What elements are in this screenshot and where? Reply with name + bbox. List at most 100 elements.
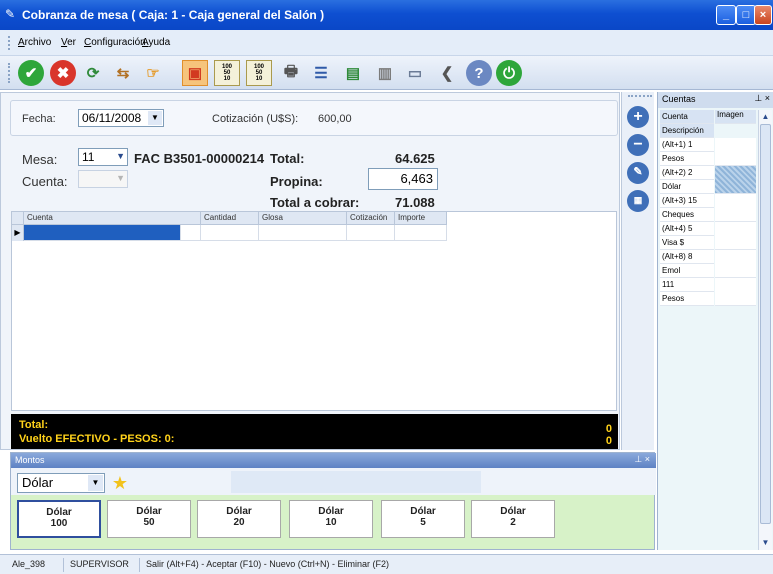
montos-panel: Montos ⊥ × Dólar ▼ ★ Dólar 100 Dólar 50 Dó… <box>10 452 656 550</box>
montos-header: Montos ⊥ × <box>11 453 656 468</box>
help-icon[interactable]: ? <box>466 60 492 86</box>
toolbar: ✔ ✖ ⟳ ⇆ ☞ ▣ 100 50 10 100 50 10 🖶 ☰ ▤ ▥ ▭ ❮ … <box>0 56 773 90</box>
grid-cell-dropdown[interactable] <box>181 225 201 241</box>
maximize-button[interactable]: □ <box>736 5 756 25</box>
menu-archivo[interactable]: Archivo <box>18 37 51 48</box>
col-cuenta[interactable]: Cuenta <box>24 212 201 225</box>
cuenta-desc: Dólar <box>660 180 714 194</box>
monto-button-10[interactable]: Dólar 10 <box>289 500 373 538</box>
print-icon[interactable]: 🖶 <box>278 60 304 86</box>
total-cobrar-label: Total a cobrar: <box>270 195 360 210</box>
currency-value: Dólar <box>22 475 54 490</box>
col-cantidad[interactable]: Cantidad <box>201 212 259 225</box>
col-importe[interactable]: Importe <box>395 212 447 225</box>
cuenta-image <box>715 194 756 222</box>
document-green-icon[interactable]: ▤ <box>340 60 366 86</box>
cuentas-header: Cuentas ⊥ × <box>658 92 773 108</box>
totals-total-label: Total: <box>19 419 49 431</box>
grid-cell-cotizacion[interactable] <box>347 225 395 241</box>
row-indicator-icon: ▶ <box>12 225 24 241</box>
menu-ayuda[interactable]: Ayuda <box>142 37 170 48</box>
chevron-down-icon[interactable]: ▼ <box>88 475 103 491</box>
window-titlebar: ✎ Cobranza de mesa ( Caja: 1 - Caja gene… <box>0 0 773 30</box>
cuenta-code: (Alt+8) 8 <box>660 250 714 264</box>
cuenta-code: (Alt+4) 5 <box>660 222 714 236</box>
close-button[interactable]: × <box>754 5 772 25</box>
remove-icon[interactable]: − <box>627 134 649 156</box>
totals-total-value: 0 <box>605 423 612 435</box>
factura-number: FAC B3501-00000214 <box>134 151 265 166</box>
edit-icon[interactable]: ✎ <box>627 162 649 184</box>
monto-button-2[interactable]: Dólar 2 <box>471 500 555 538</box>
chevron-up-icon[interactable]: ▲ <box>760 111 771 123</box>
pin-close-icon[interactable]: ⊥ × <box>754 93 770 104</box>
cuenta-code: 111 <box>660 278 714 292</box>
total-value: 64.625 <box>395 151 435 166</box>
list-icon[interactable]: ☰ <box>308 60 334 86</box>
cuentas-panel: Cuentas ⊥ × Cuenta Imagen Descripción (A… <box>657 92 773 550</box>
calculator-icon[interactable]: ▦ <box>627 190 649 212</box>
cuentas-title: Cuentas <box>662 94 696 104</box>
mesa-select[interactable]: 11 ▼ <box>78 148 128 166</box>
col-glosa[interactable]: Glosa <box>259 212 347 225</box>
fecha-input[interactable]: 06/11/2008 ▼ <box>78 109 164 127</box>
monto-button-5[interactable]: Dólar 5 <box>381 500 465 538</box>
vuelto-value: 0 <box>605 435 612 447</box>
bills-100-50-10-icon[interactable]: 100 50 10 <box>214 60 240 86</box>
grid-cell-cantidad[interactable] <box>201 225 259 241</box>
hand-pay-icon[interactable]: ☞ <box>140 60 166 86</box>
chevron-down-icon[interactable]: ▼ <box>148 111 162 125</box>
mesa-value: 11 <box>82 150 95 164</box>
cashbox-icon[interactable]: ▣ <box>182 60 208 86</box>
mesa-label: Mesa: <box>22 152 58 167</box>
monto-button-20[interactable]: Dólar 20 <box>197 500 281 538</box>
window-title: Cobranza de mesa ( Caja: 1 - Caja genera… <box>22 8 325 22</box>
fecha-value: 06/11/2008 <box>82 111 142 125</box>
refresh-icon[interactable]: ⟳ <box>80 60 106 86</box>
pin-close-icon[interactable]: ⊥ × <box>634 454 650 465</box>
grid-cell-importe[interactable] <box>395 225 447 241</box>
menu-ver[interactable]: Ver <box>61 37 76 48</box>
document-icon[interactable]: ▥ <box>372 60 398 86</box>
cuenta-label: Cuenta: <box>22 174 68 189</box>
col-descripcion-header[interactable]: Descripción <box>660 124 714 138</box>
col-cuenta-header[interactable]: Cuenta <box>660 110 714 124</box>
cuenta-code: (Alt+1) 1 <box>660 138 714 152</box>
side-actions-grip <box>628 95 652 98</box>
scroll-thumb[interactable] <box>760 124 771 524</box>
propina-input[interactable]: 6,463 <box>368 168 438 190</box>
minimize-button[interactable]: _ <box>716 5 736 25</box>
card-icon[interactable]: ▭ <box>402 60 428 86</box>
transfer-icon[interactable]: ⇆ <box>110 60 136 86</box>
cuentas-scrollbar[interactable]: ▲ ▼ <box>758 110 772 550</box>
montos-title: Montos <box>15 455 45 465</box>
col-cotizacion[interactable]: Cotización <box>347 212 395 225</box>
status-user: SUPERVISOR <box>66 558 140 572</box>
exit-icon[interactable]: ⏻ <box>496 60 522 86</box>
cuenta-desc: Pesos <box>660 292 714 306</box>
cancel-icon[interactable]: ✖ <box>50 60 76 86</box>
menu-configuracion[interactable]: Configuración <box>84 37 146 48</box>
vuelto-label: Vuelto EFECTIVO - PESOS: 0: <box>19 433 175 445</box>
accept-icon[interactable]: ✔ <box>18 60 44 86</box>
cuenta-image <box>715 250 756 278</box>
currency-select[interactable]: Dólar ▼ <box>17 473 105 493</box>
status-hints: Salir (Alt+F4) - Aceptar (F10) - Nuevo (… <box>146 559 390 569</box>
grid-cell-glosa[interactable] <box>259 225 347 241</box>
grid-cell-cuenta[interactable] <box>24 225 181 241</box>
back-icon[interactable]: ❮ <box>434 60 460 86</box>
total-cobrar-value: 71.088 <box>395 195 435 210</box>
star-icon[interactable]: ★ <box>109 472 131 494</box>
monto-button-50[interactable]: Dólar 50 <box>107 500 191 538</box>
coins-100-50-10-icon[interactable]: 100 50 10 <box>246 60 272 86</box>
toolbar-grip <box>8 63 11 83</box>
cuenta-code: (Alt+3) 15 <box>660 194 714 208</box>
app-icon: ✎ <box>5 7 16 21</box>
cuenta-select[interactable]: ▼ <box>78 170 128 188</box>
col-imagen-header[interactable]: Imagen <box>715 110 756 124</box>
monto-button-100[interactable]: Dólar 100 <box>17 500 101 538</box>
add-icon[interactable]: + <box>627 106 649 128</box>
chevron-down-icon[interactable]: ▼ <box>760 537 771 549</box>
payments-grid: Cuenta Cantidad Glosa Cotización Importe… <box>11 211 617 411</box>
menu-bar: Archivo Ver Configuración Ayuda <box>0 30 773 56</box>
